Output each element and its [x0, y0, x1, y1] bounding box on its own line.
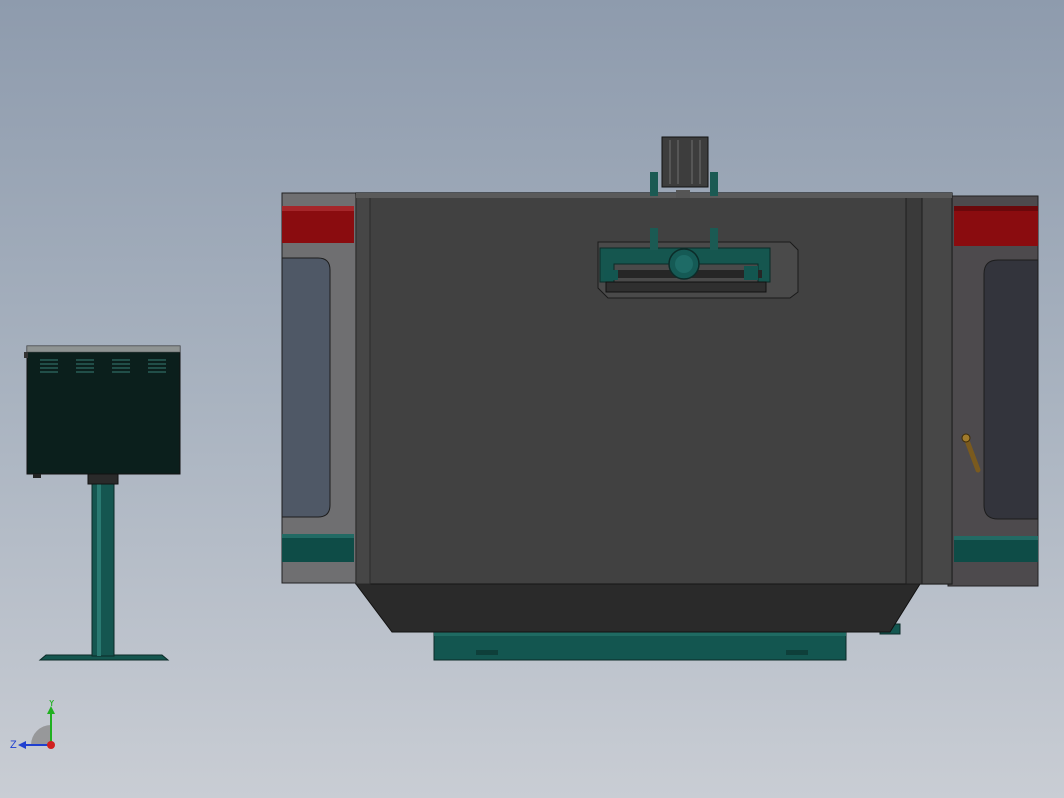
left-door-red-highlight — [282, 206, 354, 211]
triad-quarter-disc — [31, 725, 51, 745]
cabinet-box — [26, 345, 181, 475]
machine-base-pallet — [433, 631, 847, 661]
right-door-window — [983, 259, 1039, 520]
left-door-red-band — [282, 206, 354, 243]
x-axis-dot-icon — [47, 741, 55, 749]
spindle-hub-inner — [675, 255, 693, 273]
axis-triad[interactable]: Y Z — [8, 700, 68, 760]
motor-housing — [661, 136, 709, 188]
right-door-teal-highlight — [954, 536, 1038, 540]
main-body-right-edge — [921, 195, 953, 585]
cad-viewport[interactable]: Y Z — [0, 0, 1064, 798]
cabinet-mount — [87, 473, 119, 485]
pallet-foot-right — [786, 650, 808, 655]
control-cabinet[interactable] — [24, 345, 181, 661]
cabinet-pole-highlight — [97, 484, 101, 656]
cabinet-side-knob — [24, 352, 28, 358]
machine-enclosure[interactable] — [281, 136, 1039, 661]
left-door-window — [281, 257, 331, 518]
cabinet-top-edge — [26, 345, 181, 353]
pallet-foot-left — [476, 650, 498, 655]
motor-bracket-right — [710, 172, 718, 196]
motor-coupler — [676, 190, 690, 198]
z-axis-arrow-icon — [18, 741, 26, 749]
y-axis-label: Y — [48, 700, 56, 709]
spindle-block-right — [744, 266, 758, 280]
z-axis-label: Z — [10, 739, 17, 751]
cad-model-view[interactable] — [0, 0, 1064, 798]
spindle-motor[interactable] — [650, 136, 718, 198]
main-body-right-pillar — [905, 195, 923, 585]
spindle-post-right — [710, 228, 718, 250]
left-door[interactable] — [281, 192, 361, 584]
motor-bracket-left — [650, 172, 658, 196]
right-door-red-band — [954, 206, 1038, 246]
spindle-block-left — [604, 270, 618, 280]
cabinet-foot-left — [33, 474, 41, 478]
spindle-rail — [605, 281, 767, 293]
right-door[interactable] — [947, 195, 1039, 587]
pallet-rail — [434, 632, 846, 636]
left-door-teal-band — [282, 534, 354, 562]
right-door-red-highlight — [954, 206, 1038, 211]
cabinet-pole — [91, 483, 115, 657]
spindle-post-left — [650, 228, 658, 250]
main-body-left-pillar — [355, 195, 371, 585]
machine-lower-skirt — [355, 583, 921, 633]
left-door-teal-highlight — [282, 534, 354, 538]
